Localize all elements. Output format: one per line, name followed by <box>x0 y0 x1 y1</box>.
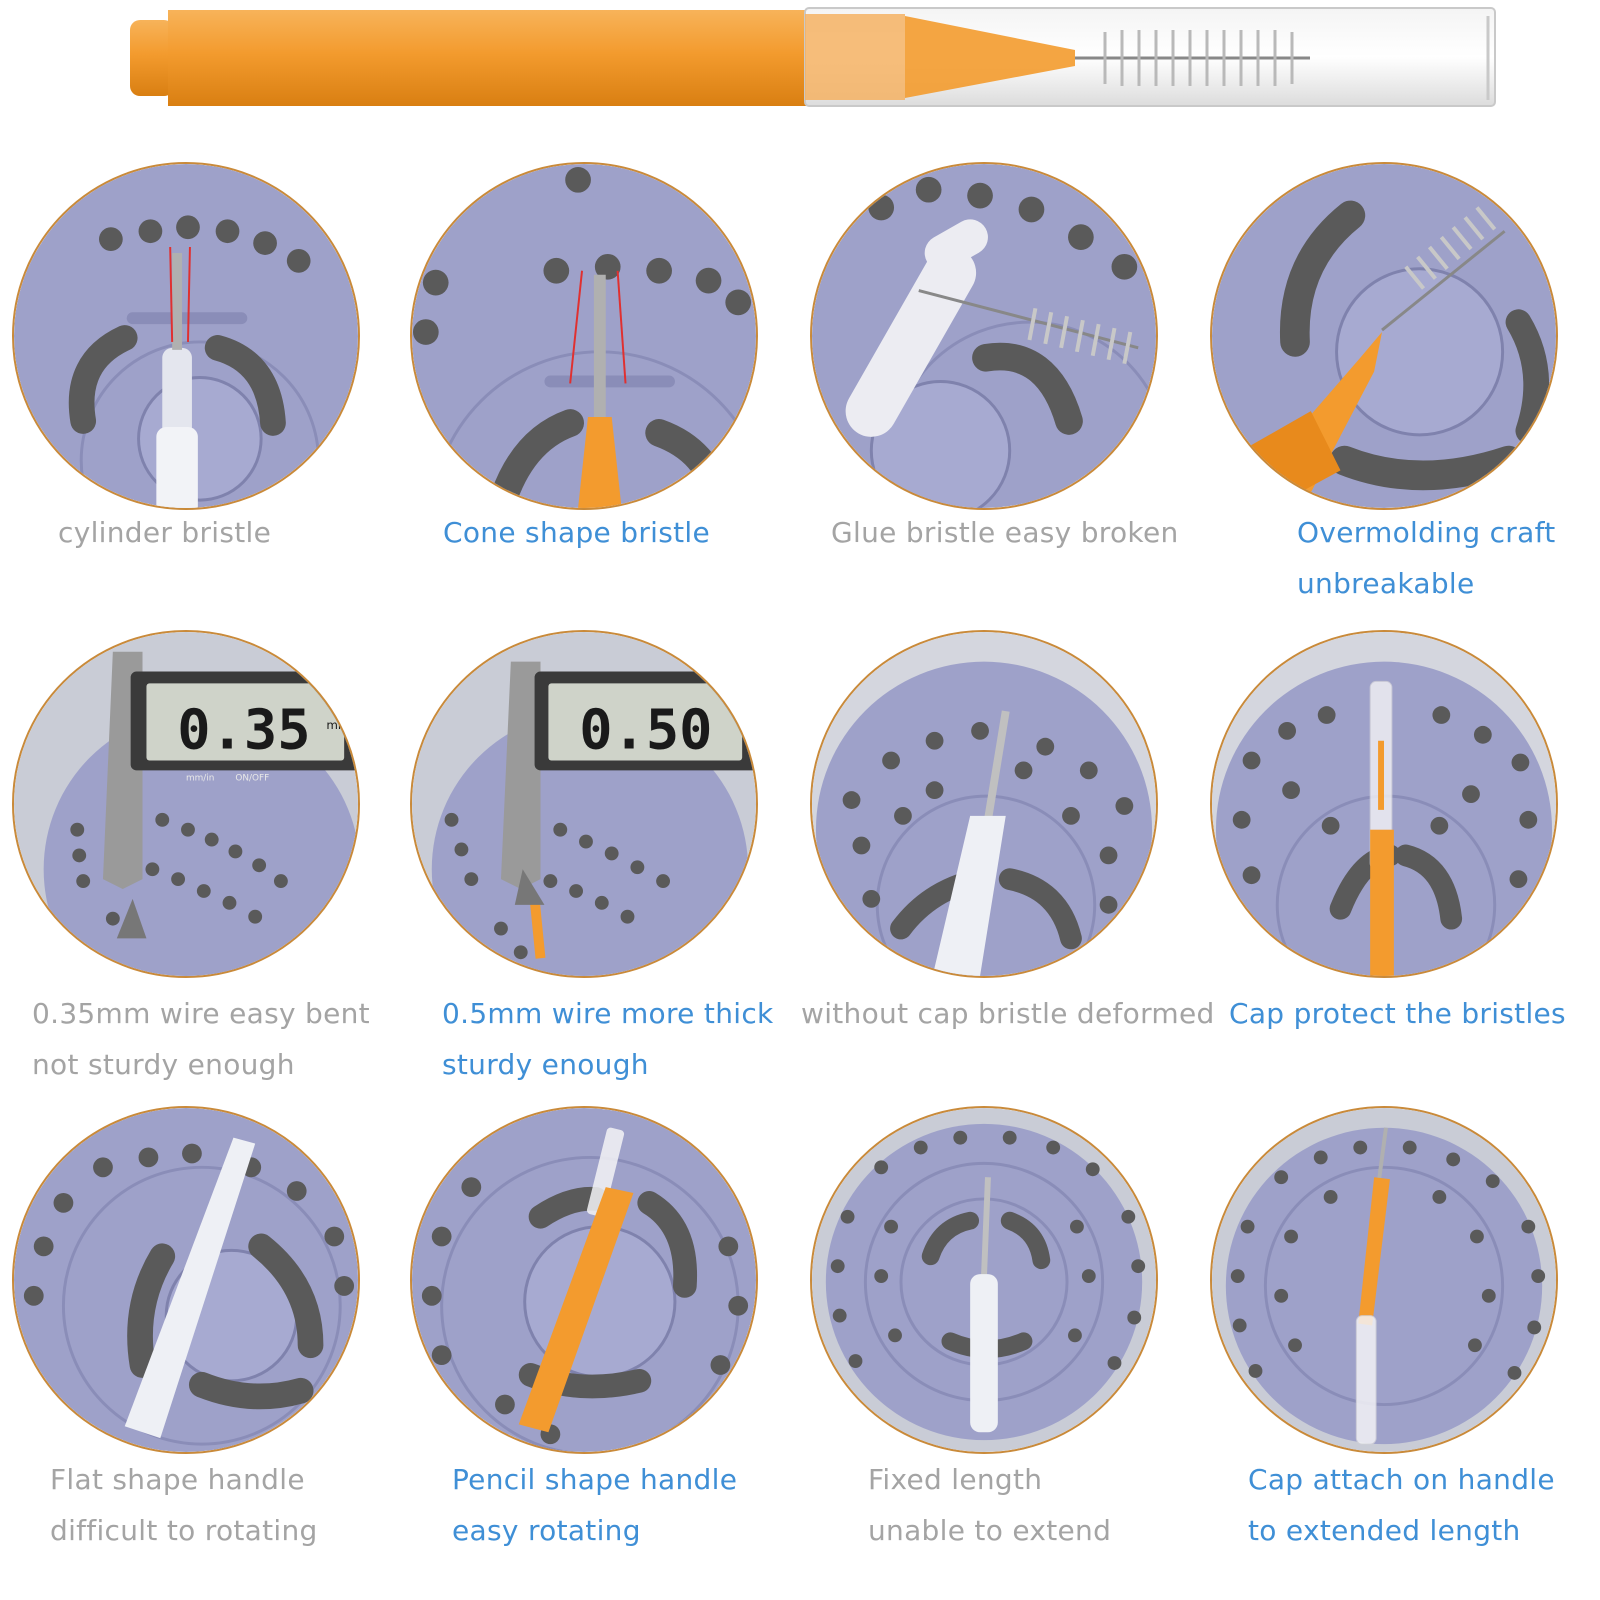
cone-bristle-photo <box>410 162 758 510</box>
caption-cap-protect: Cap protect the bristles <box>1229 988 1566 1039</box>
caption-line: 0.35mm wire easy bent <box>32 997 370 1030</box>
caliper-050-photo: 0.50 <box>410 630 758 978</box>
caption-line: sturdy enough <box>442 1048 649 1081</box>
brush-product-image <box>130 7 1496 107</box>
caption-line: difficult to rotating <box>50 1514 318 1547</box>
caption-line: Glue bristle easy broken <box>831 516 1179 549</box>
caption-no-cap: without cap bristle deformed <box>801 988 1215 1039</box>
caption-line: Cone shape bristle <box>443 516 710 549</box>
caliper-unit: mm <box>326 718 349 732</box>
caliper-mode-label: mm/in <box>186 773 214 783</box>
flat-handle-photo <box>12 1106 360 1454</box>
overmolding-photo <box>1210 162 1558 510</box>
extended-length-photo <box>1210 1106 1558 1454</box>
fixed-length-photo <box>810 1106 1158 1454</box>
caliper-reading: 0.35 <box>177 699 310 763</box>
caption-cone-bristle: Cone shape bristle <box>443 507 710 558</box>
glue-bristle-photo <box>810 162 1158 510</box>
caption-line: Pencil shape handle <box>452 1463 738 1496</box>
caption-line: Cap attach on handle <box>1248 1463 1555 1496</box>
cap-photo <box>1210 630 1558 978</box>
pencil-handle-photo <box>410 1106 758 1454</box>
caliper-reading: 0.50 <box>579 699 712 763</box>
caption-glue-bristle: Glue bristle easy broken <box>831 507 1179 558</box>
caliper-power-label: ON/OFF <box>235 773 269 783</box>
caption-line: unable to extend <box>868 1514 1112 1547</box>
caption-flat-handle: Flat shape handle difficult to rotating <box>50 1454 318 1556</box>
caption-line: Overmolding craft <box>1297 516 1556 549</box>
caption-overmolding: Overmolding craft unbreakable <box>1297 507 1556 609</box>
caption-line: unbreakable <box>1297 567 1475 600</box>
caption-pencil-handle: Pencil shape handle easy rotating <box>452 1454 737 1556</box>
caption-line: Cap protect the bristles <box>1229 997 1566 1030</box>
caption-line: not sturdy enough <box>32 1048 295 1081</box>
caption-fixed-length: Fixed length unable to extend <box>868 1454 1111 1556</box>
caption-line: Fixed length <box>868 1463 1043 1496</box>
caption-line: cylinder bristle <box>58 516 272 549</box>
caption-cylinder-bristle: cylinder bristle <box>58 507 271 558</box>
caption-035-wire: 0.35mm wire easy bent not sturdy enough <box>32 988 370 1090</box>
caption-line: to extended length <box>1248 1514 1521 1547</box>
caption-line: Flat shape handle <box>50 1463 305 1496</box>
caption-line: 0.5mm wire more thick <box>442 997 774 1030</box>
caption-extended-length: Cap attach on handle to extended length <box>1248 1454 1555 1556</box>
caliper-035-photo: 0.35 mm mm/in ON/OFF <box>12 630 360 978</box>
no-cap-photo <box>810 630 1158 978</box>
caption-050-wire: 0.5mm wire more thick sturdy enough <box>442 988 774 1090</box>
caption-line: easy rotating <box>452 1514 641 1547</box>
caption-line: without cap bristle deformed <box>801 997 1215 1030</box>
cylinder-bristle-photo <box>12 162 360 510</box>
